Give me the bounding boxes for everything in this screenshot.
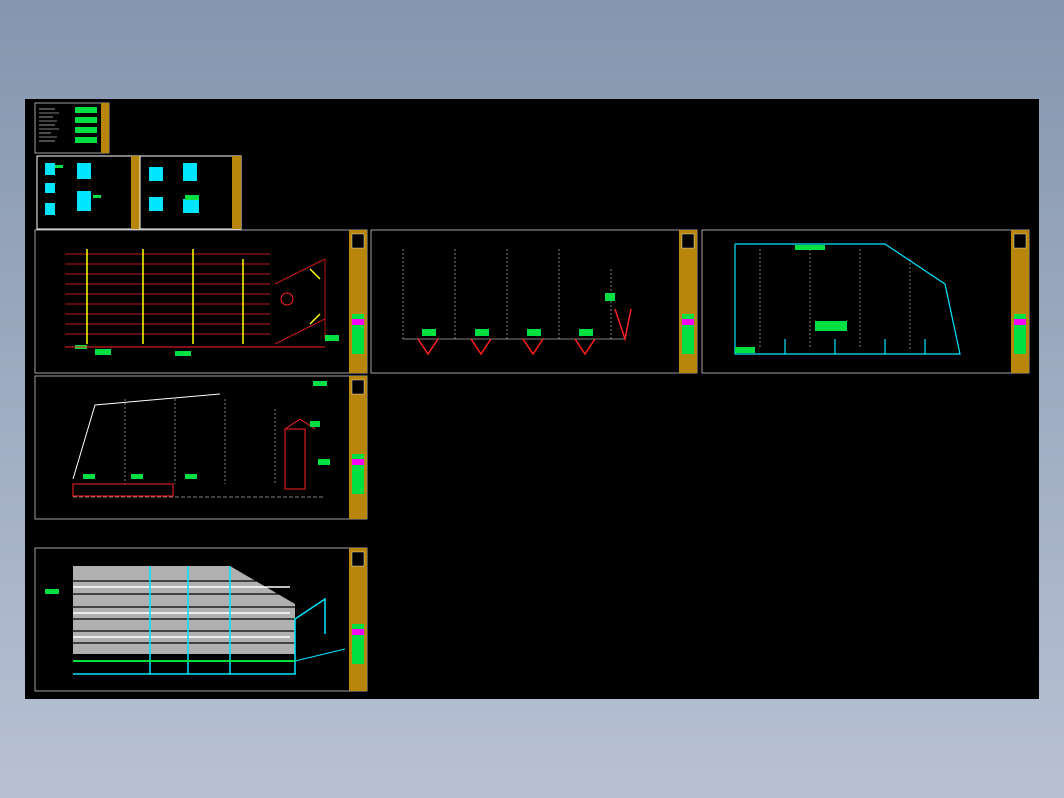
drawing-canvas [34, 102, 1030, 692]
gray-plan-sheet[interactable] [34, 547, 368, 692]
legend-sheet[interactable] [34, 102, 110, 154]
section-sheet[interactable] [370, 229, 698, 374]
plan-cyan-sheet[interactable] [701, 229, 1030, 374]
drawing-viewport[interactable] [25, 99, 1039, 699]
elevation-red-sheet[interactable] [34, 229, 368, 374]
detail-sheet-b[interactable] [139, 155, 242, 230]
detail-sheet-a[interactable] [36, 155, 141, 230]
elevation-white-sheet[interactable] [34, 375, 368, 520]
